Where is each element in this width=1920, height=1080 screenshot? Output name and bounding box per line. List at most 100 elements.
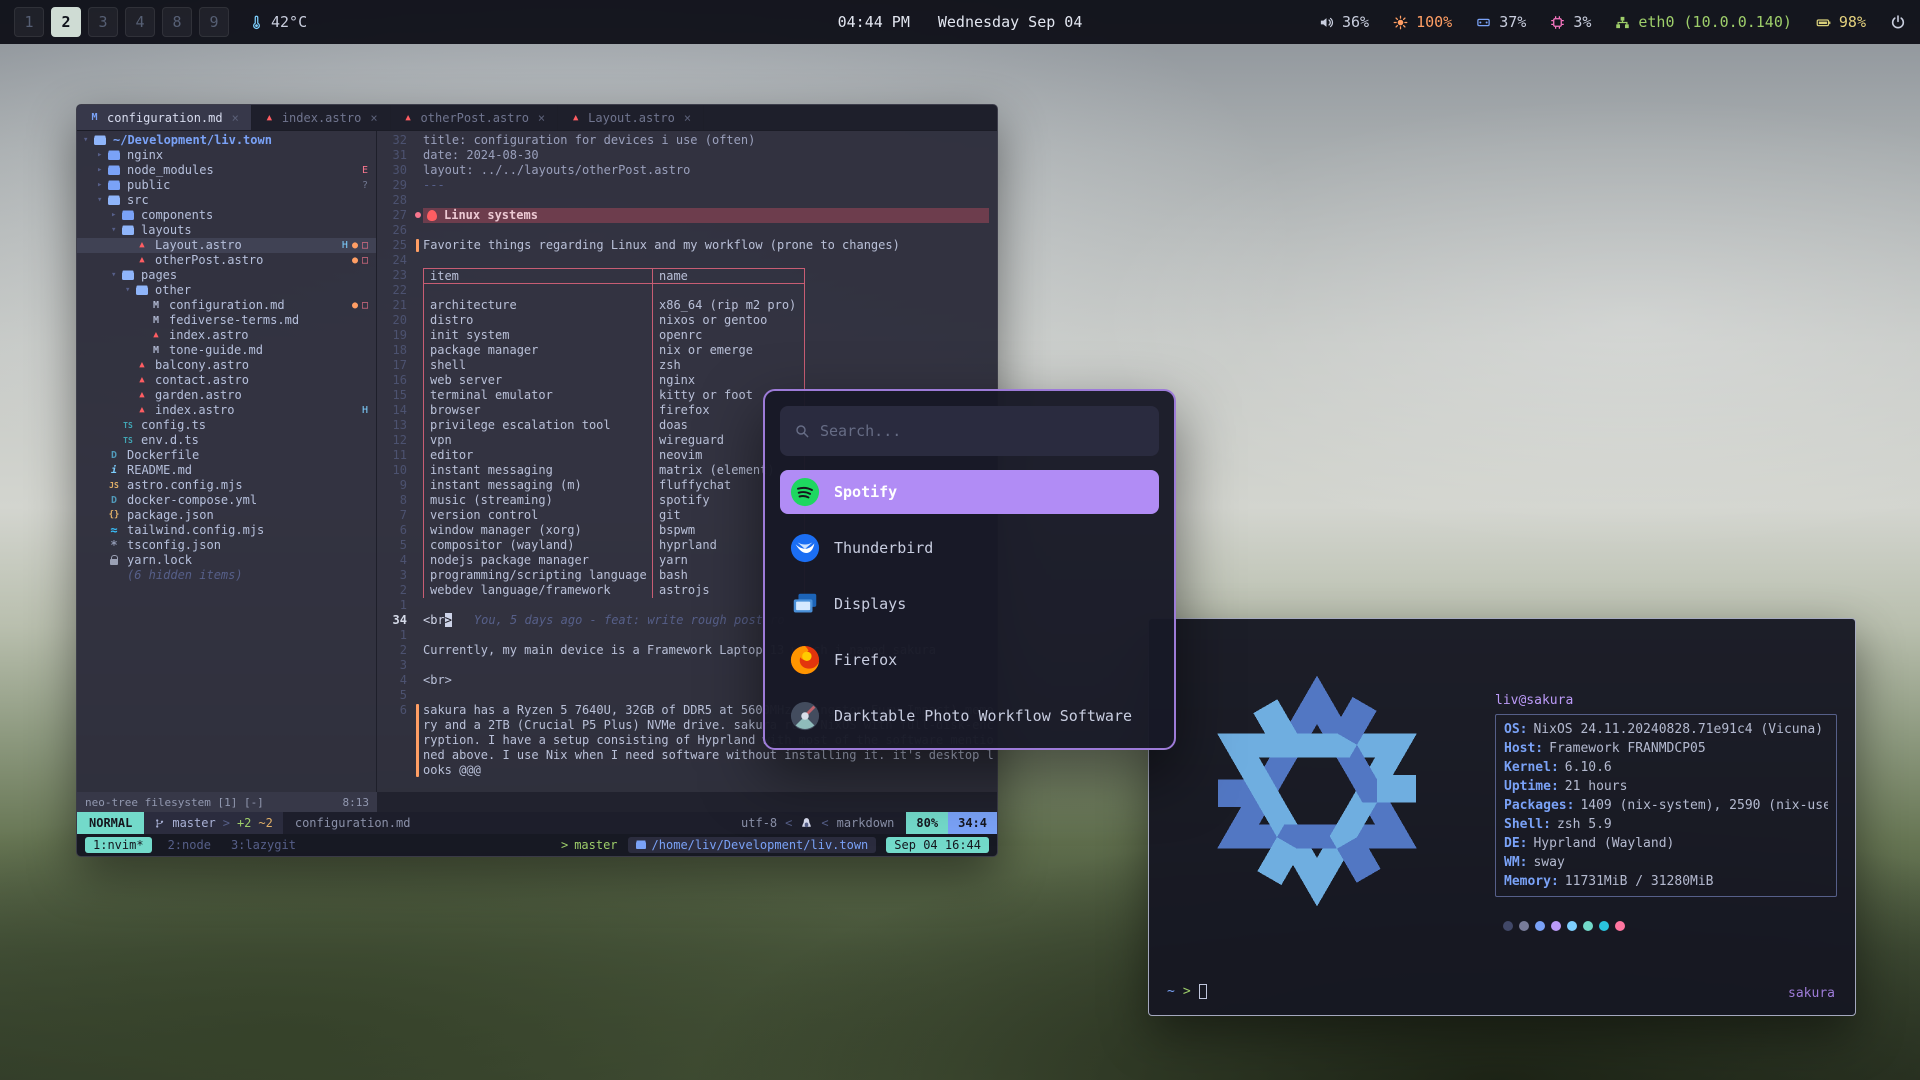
- status-module[interactable]: eth0 (10.0.0.140): [1615, 13, 1792, 31]
- tree-item-label: Dockerfile: [127, 448, 199, 463]
- tree-item[interactable]: components: [77, 208, 376, 223]
- tree-item[interactable]: (6 hidden items): [77, 568, 376, 583]
- status-module[interactable]: 37%: [1476, 13, 1526, 31]
- tree-item[interactable]: config.ts: [77, 418, 376, 433]
- git-sign: [413, 643, 423, 658]
- line-number: 27: [377, 208, 413, 223]
- workspace-button[interactable]: 8: [162, 7, 192, 37]
- tree-item-label: index.astro: [169, 328, 248, 343]
- tree-item[interactable]: index.astro H: [77, 403, 376, 418]
- tree-item[interactable]: src: [77, 193, 376, 208]
- tree-item[interactable]: public ?: [77, 178, 376, 193]
- workspace-button[interactable]: 9: [199, 7, 229, 37]
- tree-item[interactable]: ~/Development/liv.town: [77, 133, 376, 148]
- git-sign: [413, 613, 423, 628]
- tree-item[interactable]: other: [77, 283, 376, 298]
- cursor-position: 34:4: [948, 812, 997, 834]
- app-icon: [790, 589, 820, 619]
- tree-item[interactable]: env.d.ts: [77, 433, 376, 448]
- file-icon: [135, 256, 149, 266]
- neotree-statusline: neo-tree filesystem [1] [-] 8:13: [77, 792, 997, 812]
- tree-item[interactable]: Dockerfile: [77, 448, 376, 463]
- file-icon: [107, 151, 121, 161]
- editor-line: 28: [377, 193, 997, 208]
- tmux-window[interactable]: 2:node: [164, 837, 215, 853]
- status-module[interactable]: 100%: [1393, 13, 1452, 31]
- close-tab-icon[interactable]: ×: [684, 111, 691, 125]
- tree-item[interactable]: docker-compose.yml: [77, 493, 376, 508]
- workspace-button[interactable]: 3: [88, 7, 118, 37]
- workspace-switcher: 123489: [14, 7, 229, 37]
- tmux-window[interactable]: 1:nvim*: [85, 837, 152, 853]
- tree-item[interactable]: astro.config.mjs: [77, 478, 376, 493]
- buffer-tab[interactable]: index.astro ×: [252, 105, 391, 130]
- palette-dot: [1599, 921, 1609, 931]
- git-status-marker: H: [342, 238, 348, 253]
- tree-item[interactable]: index.astro: [77, 328, 376, 343]
- launcher-app[interactable]: Spotify: [780, 470, 1159, 514]
- power-button[interactable]: [1890, 14, 1906, 30]
- tree-item-label: env.d.ts: [141, 433, 199, 448]
- table-cell: package manager: [423, 343, 653, 358]
- workspace-button[interactable]: 4: [125, 7, 155, 37]
- tree-item[interactable]: layouts: [77, 223, 376, 238]
- git-sign: [413, 688, 423, 703]
- tree-item[interactable]: pages: [77, 268, 376, 283]
- tmux-window[interactable]: 3:lazygit: [227, 837, 300, 853]
- terminal-window[interactable]: liv@sakura OS:NixOS 24.11.20240828.71e91…: [1148, 618, 1856, 1016]
- tree-item[interactable]: tsconfig.json: [77, 538, 376, 553]
- search-placeholder: Search...: [820, 422, 901, 440]
- launcher-app[interactable]: Thunderbird: [780, 526, 1159, 570]
- tree-item[interactable]: Layout.astro H ● □: [77, 238, 376, 253]
- file-tree: ~/Development/liv.town nginx: [77, 131, 377, 792]
- tree-item[interactable]: otherPost.astro ● □: [77, 253, 376, 268]
- shell-prompt[interactable]: ~ >: [1167, 984, 1207, 999]
- table-cell: x86_64 (rip m2 pro): [653, 298, 805, 313]
- tree-item[interactable]: garden.astro: [77, 388, 376, 403]
- launcher-app[interactable]: Displays: [780, 582, 1159, 626]
- line-number: 9: [377, 478, 413, 493]
- table-cell: programming/scripting language: [423, 568, 653, 583]
- close-tab-icon[interactable]: ×: [538, 111, 545, 125]
- status-module[interactable]: 98%: [1816, 13, 1866, 31]
- linux-penguin-icon: [800, 817, 813, 830]
- tree-item[interactable]: balcony.astro: [77, 358, 376, 373]
- git-status-marker: ?: [362, 178, 368, 193]
- tree-item[interactable]: yarn.lock: [77, 553, 376, 568]
- launcher-app[interactable]: Firefox: [780, 638, 1159, 682]
- tree-item[interactable]: tailwind.config.mjs: [77, 523, 376, 538]
- tree-item-label: src: [127, 193, 149, 208]
- table-header-cell: item: [423, 268, 653, 283]
- close-tab-icon[interactable]: ×: [370, 111, 377, 125]
- table-row: 20 distro nixos or gentoo: [377, 313, 997, 328]
- volume-icon: [1319, 15, 1334, 30]
- tree-item[interactable]: package.json: [77, 508, 376, 523]
- fetch-info: liv@sakura OS:NixOS 24.11.20240828.71e91…: [1495, 693, 1837, 941]
- workspace-button[interactable]: 2: [51, 7, 81, 37]
- tree-item[interactable]: tone-guide.md: [77, 343, 376, 358]
- buffer-tab[interactable]: configuration.md ×: [77, 105, 252, 130]
- close-tab-icon[interactable]: ×: [232, 111, 239, 125]
- tree-item[interactable]: configuration.md ● □: [77, 298, 376, 313]
- search-input[interactable]: Search...: [780, 406, 1159, 456]
- buffer-tab[interactable]: otherPost.astro ×: [391, 105, 559, 130]
- buffer-tab[interactable]: Layout.astro ×: [558, 105, 704, 130]
- app-icon: [790, 701, 820, 731]
- tree-item[interactable]: fediverse-terms.md: [77, 313, 376, 328]
- tree-item[interactable]: contact.astro: [77, 373, 376, 388]
- fetch-info-value: zsh 5.9: [1557, 817, 1612, 832]
- file-icon: [149, 301, 163, 311]
- table-cell: distro: [423, 313, 653, 328]
- workspace-button[interactable]: 1: [14, 7, 44, 37]
- launcher-app[interactable]: Darktable Photo Workflow Software: [780, 694, 1159, 738]
- tree-item[interactable]: nginx: [77, 148, 376, 163]
- file-icon: [149, 346, 163, 356]
- tree-item[interactable]: README.md: [77, 463, 376, 478]
- tree-item-label: tsconfig.json: [127, 538, 221, 553]
- status-module[interactable]: 3%: [1550, 13, 1591, 31]
- status-module[interactable]: 36%: [1319, 13, 1369, 31]
- tree-item[interactable]: node_modules E: [77, 163, 376, 178]
- tab-label: configuration.md: [107, 111, 223, 125]
- clock-module[interactable]: 04:44 PM Wednesday Sep 04: [838, 13, 1083, 31]
- line-number: 12: [377, 433, 413, 448]
